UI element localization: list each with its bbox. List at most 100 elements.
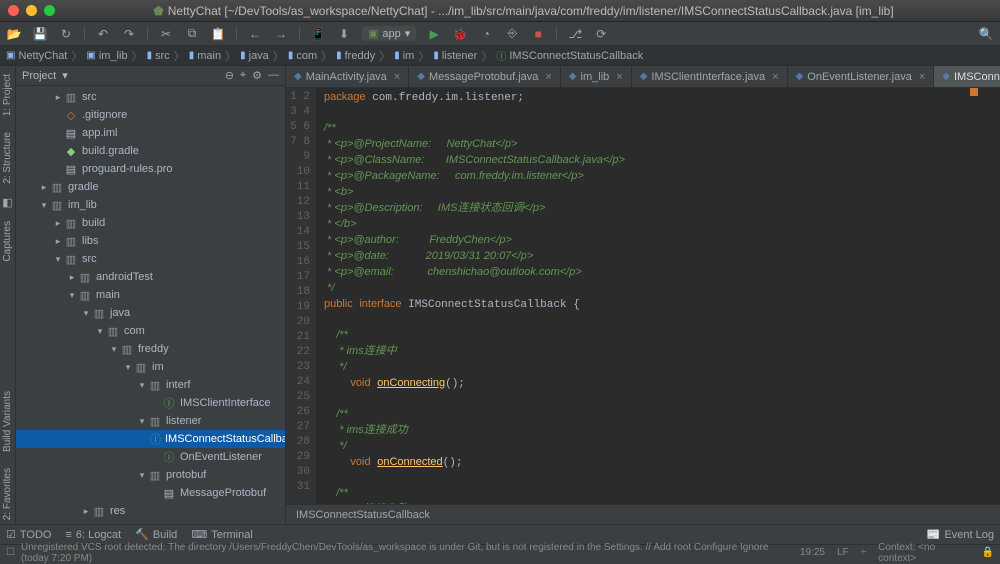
event-log-tab[interactable]: 📰Event Log bbox=[927, 528, 994, 541]
profile-icon[interactable]: ◔ bbox=[478, 26, 494, 42]
avd-icon[interactable]: 📱 bbox=[310, 26, 326, 42]
tree-item-src[interactable]: ▾▥src bbox=[16, 250, 285, 268]
close-tab-icon[interactable]: × bbox=[394, 71, 400, 83]
cut-icon[interactable]: ✂ bbox=[158, 26, 174, 42]
tree-item-res[interactable]: ▸▥res bbox=[16, 502, 285, 520]
close-tab-icon[interactable]: × bbox=[545, 71, 551, 83]
close-tab-icon[interactable]: × bbox=[616, 71, 622, 83]
editor-tab[interactable]: ◆MainActivity.java× bbox=[286, 66, 409, 87]
tree-item-proguard-rules-pro[interactable]: ▤proguard-rules.pro bbox=[16, 160, 285, 178]
tree-item-libs[interactable]: ▸▥libs bbox=[16, 232, 285, 250]
save-icon[interactable]: 💾 bbox=[32, 26, 48, 42]
breadcrumb-item[interactable]: ▮src bbox=[147, 50, 170, 62]
context-selector[interactable]: Context: <no context> bbox=[878, 542, 969, 564]
tree-item-imsclientinterface[interactable]: ⒾIMSClientInterface bbox=[16, 394, 285, 412]
breadcrumb-item[interactable]: ▣NettyChat bbox=[6, 50, 67, 62]
editor-tab[interactable]: ◆MessageProtobuf.java× bbox=[409, 66, 561, 87]
breadcrumb-item[interactable]: ▮main bbox=[189, 50, 221, 62]
search-everywhere-icon[interactable]: 🔍 bbox=[978, 26, 994, 42]
tree-item-build[interactable]: ▸▥build bbox=[16, 214, 285, 232]
fold-icon: ▥ bbox=[50, 181, 64, 194]
tree-item-com[interactable]: ▾▥com bbox=[16, 322, 285, 340]
terminal-tab[interactable]: ⌨Terminal bbox=[191, 528, 252, 541]
project-tree[interactable]: ▸▥src◇.gitignore▤app.iml◆build.gradle▤pr… bbox=[16, 86, 285, 524]
window-titlebar: ⬟NettyChat [~/DevTools/as_workspace/Nett… bbox=[0, 0, 1000, 22]
breadcrumb-item[interactable]: ▮java bbox=[240, 50, 269, 62]
lock-icon[interactable]: 🔒 bbox=[982, 547, 994, 558]
editor-tab[interactable]: ◆OnEventListener.java× bbox=[788, 66, 935, 87]
vcs-icon[interactable]: ⎇ bbox=[567, 26, 583, 42]
back-icon[interactable]: ← bbox=[247, 26, 263, 42]
tree-item-src[interactable]: ▸▥src bbox=[16, 88, 285, 106]
todo-tab[interactable]: ☑TODO bbox=[6, 528, 51, 541]
tree-item-androidtest[interactable]: ▸▥androidTest bbox=[16, 268, 285, 286]
collapse-icon[interactable]: ⊖ bbox=[225, 69, 234, 82]
breadcrumb-item[interactable]: ▮listener bbox=[433, 50, 477, 62]
project-toolwindow-tab[interactable]: 1: Project bbox=[0, 70, 15, 120]
forward-icon[interactable]: → bbox=[273, 26, 289, 42]
redo-icon[interactable]: ↷ bbox=[121, 26, 137, 42]
tree-item-imsconnectstatuscallback[interactable]: ⒾIMSConnectStatusCallback bbox=[16, 430, 285, 448]
breadcrumb-item[interactable]: ⒾIMSConnectStatusCallback bbox=[496, 48, 643, 63]
tree-item-interf[interactable]: ▾▥interf bbox=[16, 376, 285, 394]
maximize-window-icon[interactable] bbox=[44, 5, 55, 16]
paste-icon[interactable]: 📋 bbox=[210, 26, 226, 42]
structure-toolwindow-tab[interactable]: 2: Structure bbox=[0, 128, 15, 188]
tree-item-java[interactable]: ▾▥java bbox=[16, 304, 285, 322]
status-icon[interactable]: ☐ bbox=[6, 547, 15, 558]
editor-tab[interactable]: ◆IMSConnectStatusCallback.java× bbox=[934, 66, 1000, 87]
favorites-tab[interactable]: 2: Favorites bbox=[0, 464, 15, 524]
error-stripe-marker[interactable] bbox=[970, 88, 978, 96]
minimize-window-icon[interactable] bbox=[26, 5, 37, 16]
fold-icon: ▥ bbox=[148, 415, 162, 428]
close-tab-icon[interactable]: × bbox=[772, 71, 778, 83]
breadcrumb-item[interactable]: ▮com bbox=[288, 50, 317, 62]
run-config-selector[interactable]: ▣app▾ bbox=[362, 26, 416, 41]
tree-item-im-lib[interactable]: ▾▥im_lib bbox=[16, 196, 285, 214]
open-icon[interactable]: 📂 bbox=[6, 26, 22, 42]
captures-toolwindow-tab[interactable]: Captures bbox=[0, 217, 15, 266]
editor-tab[interactable]: ◆im_lib× bbox=[561, 66, 632, 87]
tree-item-listener[interactable]: ▾▥listener bbox=[16, 412, 285, 430]
debug-icon[interactable]: 🐞 bbox=[452, 26, 468, 42]
fold-icon: ▥ bbox=[134, 361, 148, 374]
tree-item-messageprotobuf[interactable]: ▤MessageProtobuf bbox=[16, 484, 285, 502]
update-icon[interactable]: ⟳ bbox=[593, 26, 609, 42]
breadcrumb-item[interactable]: ▮im bbox=[394, 50, 414, 62]
encoding[interactable]: ÷ bbox=[861, 547, 867, 558]
undo-icon[interactable]: ↶ bbox=[95, 26, 111, 42]
captures-icon[interactable]: ◧ bbox=[2, 196, 12, 209]
tree-item-protobuf[interactable]: ▾▥protobuf bbox=[16, 466, 285, 484]
sync-icon[interactable]: ↻ bbox=[58, 26, 74, 42]
copy-icon[interactable]: ⧉ bbox=[184, 26, 200, 42]
window-controls[interactable] bbox=[8, 5, 55, 16]
tree-item-androidmanifest-xml[interactable]: ⬘AndroidManifest.xml bbox=[16, 520, 285, 524]
build-variants-tab[interactable]: Build Variants bbox=[0, 387, 15, 456]
logcat-tab[interactable]: ≡6: Logcat bbox=[65, 529, 121, 541]
run-icon[interactable]: ▶ bbox=[426, 26, 442, 42]
locate-icon[interactable]: ⌖ bbox=[240, 69, 246, 82]
tree-item-gradle[interactable]: ▸▥gradle bbox=[16, 178, 285, 196]
tree-item--gitignore[interactable]: ◇.gitignore bbox=[16, 106, 285, 124]
tree-item-freddy[interactable]: ▾▥freddy bbox=[16, 340, 285, 358]
stop-icon[interactable]: ■ bbox=[530, 26, 546, 42]
project-panel-title: Project bbox=[22, 70, 56, 82]
close-window-icon[interactable] bbox=[8, 5, 19, 16]
tree-item-build-gradle[interactable]: ◆build.gradle bbox=[16, 142, 285, 160]
settings-icon[interactable]: ⚙ bbox=[252, 69, 262, 82]
breadcrumb-item[interactable]: ▮freddy bbox=[336, 50, 375, 62]
tree-item-im[interactable]: ▾▥im bbox=[16, 358, 285, 376]
caret-position[interactable]: 19:25 bbox=[800, 547, 825, 558]
tree-item-oneventlistener[interactable]: ⒾOnEventListener bbox=[16, 448, 285, 466]
sdk-icon[interactable]: ⬇ bbox=[336, 26, 352, 42]
editor-tab[interactable]: ◆IMSClientInterface.java× bbox=[632, 66, 788, 87]
code-editor[interactable]: package com.freddy.im.listener; /** * <p… bbox=[316, 88, 1000, 504]
breadcrumb-item[interactable]: ▣im_lib bbox=[86, 50, 127, 62]
build-tab[interactable]: 🔨Build bbox=[135, 528, 177, 541]
tree-item-main[interactable]: ▾▥main bbox=[16, 286, 285, 304]
tree-item-app-iml[interactable]: ▤app.iml bbox=[16, 124, 285, 142]
close-tab-icon[interactable]: × bbox=[919, 71, 925, 83]
line-separator[interactable]: LF bbox=[837, 547, 849, 558]
hide-icon[interactable]: — bbox=[268, 69, 279, 82]
attach-icon[interactable]: ⎆ bbox=[504, 26, 520, 42]
